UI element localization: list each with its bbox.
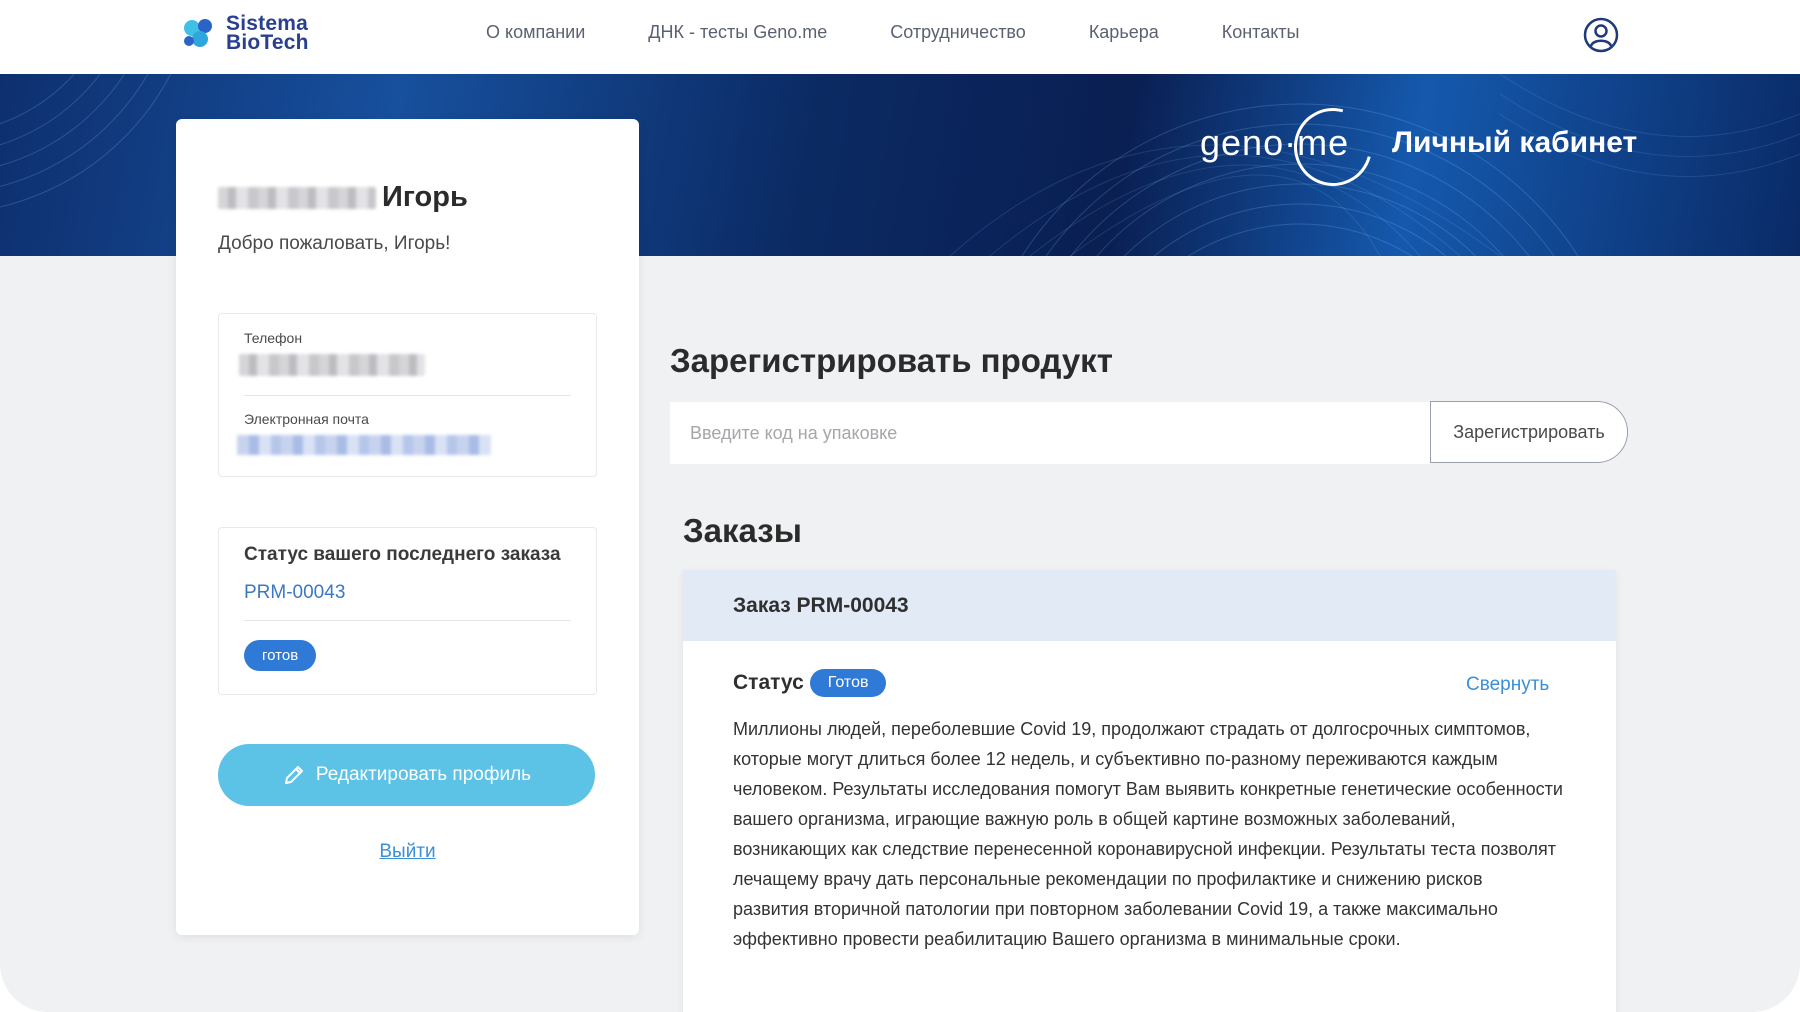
nav-item-dna-tests[interactable]: ДНК - тесты Geno.me xyxy=(648,22,827,43)
nav-item-contacts[interactable]: Контакты xyxy=(1222,22,1300,43)
last-order-title: Статус вашего последнего заказа xyxy=(244,544,561,565)
redacted-email xyxy=(237,435,491,455)
main-nav: О компании ДНК - тесты Geno.me Сотруднич… xyxy=(486,22,1299,43)
user-first-name: Игорь xyxy=(382,181,468,213)
order-header[interactable]: Заказ PRM-00043 xyxy=(683,570,1616,641)
order-description: Миллионы людей, переболевшие Covid 19, п… xyxy=(733,719,1563,949)
divider xyxy=(244,395,571,396)
edit-profile-label: Редактировать профиль xyxy=(315,764,532,785)
email-label: Электронная почта xyxy=(244,411,369,427)
divider xyxy=(244,620,571,621)
brand-name-line2: BioTech xyxy=(226,31,309,54)
profile-card: Игорь Добро пожаловать, Игорь! Телефон Э… xyxy=(176,119,639,935)
order-status-label: Статус xyxy=(733,671,804,694)
redacted-surname xyxy=(218,186,376,209)
orders-title: Заказы xyxy=(683,512,802,549)
last-order-link[interactable]: PRM-00043 xyxy=(244,582,345,604)
phone-label: Телефон xyxy=(244,330,303,346)
nav-item-about[interactable]: О компании xyxy=(486,22,585,43)
nav-item-partnership[interactable]: Сотрудничество xyxy=(890,22,1026,43)
top-navigation: Sistema BioTech О компании ДНК - тесты G… xyxy=(0,0,1800,74)
last-order-status-box: Статус вашего последнего заказа PRM-0004… xyxy=(218,527,597,695)
redacted-phone xyxy=(239,354,425,376)
brand-logo[interactable]: Sistema BioTech xyxy=(180,13,309,54)
register-button[interactable]: Зарегистрировать xyxy=(1430,401,1628,463)
logout-link[interactable]: Выйти xyxy=(176,841,639,863)
welcome-message: Добро пожаловать, Игорь! xyxy=(218,233,451,254)
edit-profile-button[interactable]: Редактировать профиль xyxy=(218,744,595,806)
nav-item-career[interactable]: Карьера xyxy=(1089,22,1159,43)
contact-info-box: Телефон Электронная почта xyxy=(218,313,597,477)
page-frame: Sistema BioTech О компании ДНК - тесты G… xyxy=(0,0,1800,1012)
status-badge: готов xyxy=(244,640,317,671)
brand-logo-icon xyxy=(184,19,212,47)
user-circle-icon[interactable] xyxy=(1583,17,1619,53)
user-name: Игорь xyxy=(218,181,468,214)
product-code-input[interactable] xyxy=(670,402,1430,464)
order-status-row: Статус Готов xyxy=(733,669,887,697)
register-product-title: Зарегистрировать продукт xyxy=(670,342,1113,379)
collapse-link[interactable]: Свернуть xyxy=(1466,674,1549,696)
pencil-icon xyxy=(284,766,303,784)
page-title: Личный кабинет xyxy=(1392,126,1638,159)
order-card: Заказ PRM-00043 Статус Готов Свернуть Ми… xyxy=(683,570,1616,1012)
order-status-badge: Готов xyxy=(809,669,887,697)
